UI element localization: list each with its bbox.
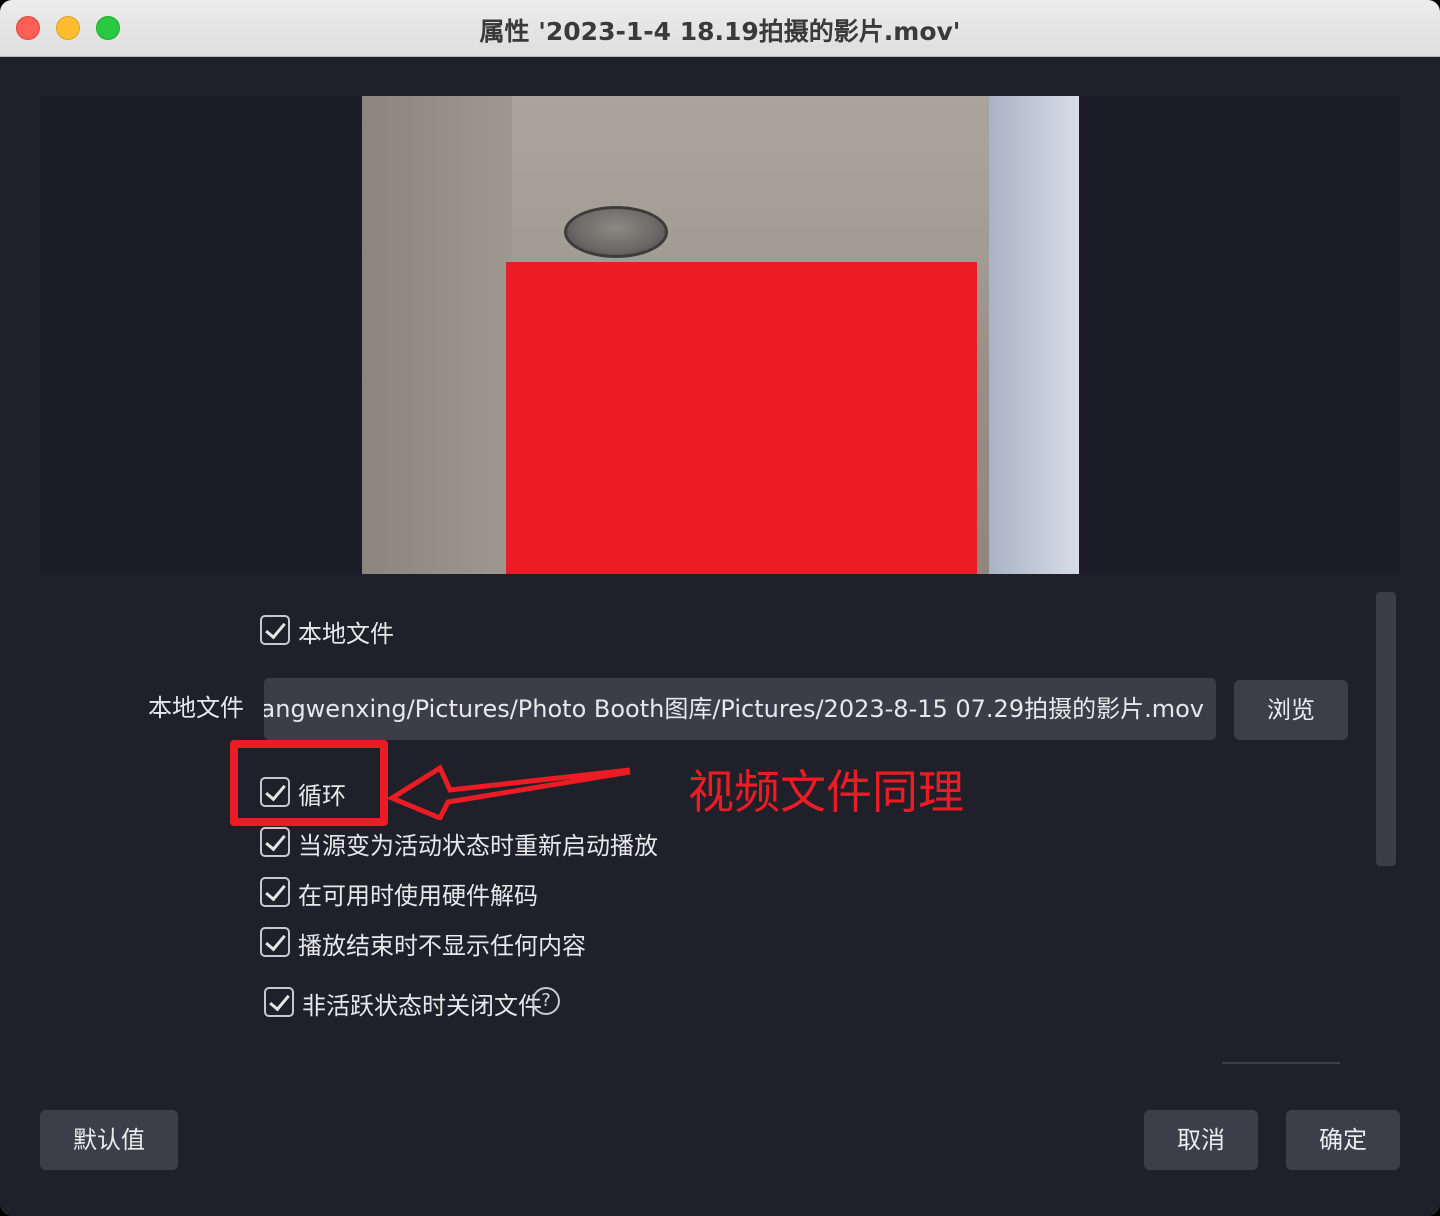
local-file-checkbox[interactable]: [260, 615, 290, 645]
ok-button[interactable]: 确定: [1286, 1110, 1400, 1170]
properties-window: 属性 '2023-1-4 18.19拍摄的影片.mov' 本地文件 本地文件 /…: [0, 0, 1440, 1216]
restart-on-activate-checkbox[interactable]: [260, 827, 290, 857]
local-file-checkbox-label: 本地文件: [298, 620, 394, 648]
file-path-input[interactable]: /zhangwenxing/Pictures/Photo Booth图库/Pic…: [264, 678, 1216, 740]
hardware-decoding-checkbox[interactable]: [260, 877, 290, 907]
video-preview: [362, 96, 1079, 574]
local-file-field-label: 本地文件: [148, 694, 244, 722]
cancel-button[interactable]: 取消: [1144, 1110, 1258, 1170]
browse-button[interactable]: 浏览: [1234, 680, 1348, 740]
preview-area: [40, 96, 1400, 574]
show-nothing-on-end-checkbox[interactable]: [260, 927, 290, 957]
title-bar: 属性 '2023-1-4 18.19拍摄的影片.mov': [0, 0, 1440, 57]
video-ceiling-light: [564, 206, 668, 258]
defaults-button[interactable]: 默认值: [40, 1110, 178, 1170]
file-path-text: /zhangwenxing/Pictures/Photo Booth图库/Pic…: [264, 695, 1204, 723]
video-wall-left: [362, 96, 512, 574]
annotation-highlight-box: [230, 740, 388, 826]
redaction-box: [506, 262, 977, 574]
question-circle-icon[interactable]: ?: [532, 987, 560, 1015]
close-when-inactive-checkbox[interactable]: [264, 987, 294, 1017]
window-title: 属性 '2023-1-4 18.19拍摄的影片.mov': [479, 17, 961, 46]
hardware-decoding-label: 在可用时使用硬件解码: [298, 882, 538, 910]
annotation-arrow-icon: [386, 764, 631, 820]
show-nothing-on-end-label: 播放结束时不显示任何内容: [298, 932, 586, 960]
annotation-text: 视频文件同理: [688, 765, 964, 819]
video-wall-right: [989, 96, 1079, 574]
close-when-inactive-label: 非活跃状态时关闭文件: [302, 992, 542, 1020]
restart-on-activate-label: 当源变为活动状态时重新启动播放: [298, 832, 658, 860]
properties-scrollbar[interactable]: [1376, 592, 1396, 866]
section-divider: [1222, 1062, 1340, 1064]
